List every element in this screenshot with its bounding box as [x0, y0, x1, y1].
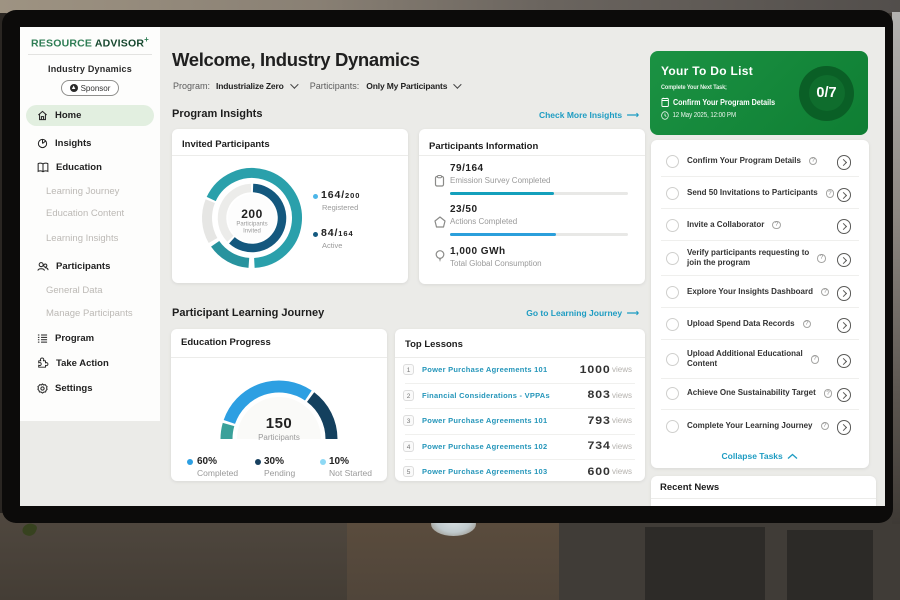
- svg-text:Participants: Participants: [236, 221, 267, 227]
- svg-text:200: 200: [241, 207, 263, 221]
- svg-text:Invited: Invited: [243, 228, 261, 234]
